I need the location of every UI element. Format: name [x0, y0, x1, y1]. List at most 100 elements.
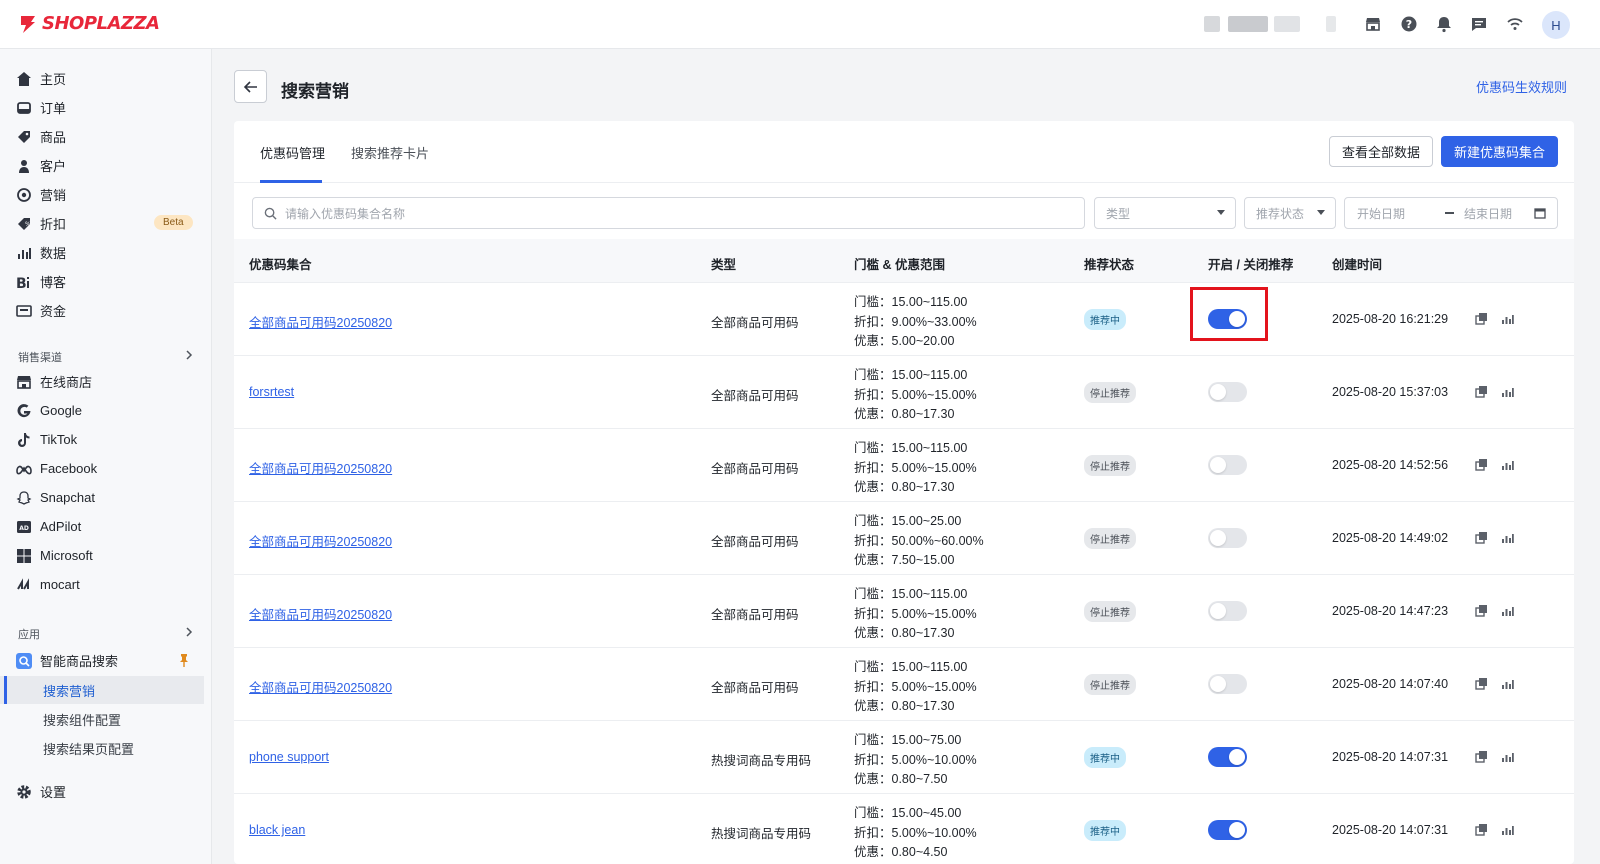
- view-all-data-button[interactable]: 查看全部数据: [1329, 136, 1433, 167]
- sidebar-item-discounts[interactable]: % 折扣 Beta: [0, 209, 212, 238]
- sidebar-item-mocart[interactable]: mocart: [0, 570, 212, 599]
- bar-chart-icon[interactable]: [1501, 312, 1514, 325]
- offer-text: 优惠：0.80~17.30: [854, 626, 955, 640]
- sidebar-item-analytics[interactable]: 数据: [0, 238, 212, 267]
- copy-icon[interactable]: [1475, 312, 1488, 325]
- recommend-toggle[interactable]: [1208, 382, 1247, 402]
- bar-chart-icon[interactable]: [1501, 750, 1514, 763]
- coupon-collection-link[interactable]: phone support: [249, 750, 329, 764]
- sidebar-item-smart-search[interactable]: 智能商品搜索: [0, 646, 212, 675]
- bar-chart-icon[interactable]: [1501, 677, 1514, 690]
- sidebar-item-home[interactable]: 主页: [0, 64, 212, 93]
- sidebar-item-marketing[interactable]: 营销: [0, 180, 212, 209]
- bar-chart-icon[interactable]: [1501, 604, 1514, 617]
- bar-chart-icon[interactable]: [1501, 458, 1514, 471]
- coupon-collection-link[interactable]: 全部商品可用码20250820: [249, 458, 392, 477]
- search-placeholder: 请输入优惠码集合名称: [285, 206, 406, 221]
- date-range-picker[interactable]: 开始日期 结束日期: [1344, 197, 1558, 229]
- type-select[interactable]: 类型: [1094, 197, 1236, 229]
- help-icon[interactable]: ?: [1400, 15, 1418, 33]
- store-name-blurred: [1326, 16, 1336, 32]
- status-badge: 推荐中: [1084, 820, 1126, 841]
- table-row: 全部商品可用码20250820 全部商品可用码 门槛：15.00~115.00 折扣：…: [234, 429, 1574, 502]
- coupon-collection-link[interactable]: 全部商品可用码20250820: [249, 531, 392, 550]
- created-time: 2025-08-20 14:49:02: [1332, 531, 1449, 545]
- recommend-status-select[interactable]: 推荐状态: [1244, 197, 1336, 229]
- recommend-toggle[interactable]: [1208, 820, 1247, 840]
- coupon-collection-link[interactable]: forsrtest: [249, 385, 294, 399]
- copy-icon[interactable]: [1475, 531, 1488, 544]
- bar-chart-icon[interactable]: [1501, 823, 1514, 836]
- sidebar-item-orders[interactable]: 订单: [0, 93, 212, 122]
- copy-icon[interactable]: [1475, 385, 1488, 398]
- shoplazza-logo[interactable]: SHOPLAZZA: [18, 13, 160, 34]
- sidebar-item-label: Microsoft: [40, 548, 93, 563]
- coupon-rules-link[interactable]: 优惠码生效规则: [1476, 77, 1567, 96]
- bell-icon[interactable]: [1435, 15, 1453, 33]
- sidebar-subitem-search-results-config[interactable]: 搜索结果页配置: [0, 734, 204, 762]
- store-icon[interactable]: [1364, 15, 1382, 33]
- chevron-right-icon[interactable]: [183, 626, 195, 638]
- coupon-collection-link[interactable]: 全部商品可用码20250820: [249, 677, 392, 696]
- search-input[interactable]: 请输入优惠码集合名称: [252, 197, 1085, 229]
- beta-badge: Beta: [154, 215, 193, 230]
- recommend-toggle[interactable]: [1208, 674, 1247, 694]
- sidebar-item-label: 客户: [40, 159, 67, 174]
- page-title: 搜索营销: [281, 82, 349, 101]
- chevron-right-icon[interactable]: [183, 349, 195, 361]
- recommend-toggle[interactable]: [1208, 455, 1247, 475]
- content-card: 优惠码管理 搜索推荐卡片 查看全部数据 新建优惠码集合 请输入优惠码集合名称 类…: [234, 121, 1574, 864]
- copy-icon[interactable]: [1475, 458, 1488, 471]
- user-avatar[interactable]: H: [1542, 11, 1570, 39]
- sidebar-item-online-store[interactable]: 在线商店: [0, 367, 212, 396]
- sidebar-item-settings[interactable]: 设置: [0, 777, 212, 806]
- sidebar-item-customers[interactable]: 客户: [0, 151, 212, 180]
- create-coupon-collection-button[interactable]: 新建优惠码集合: [1441, 136, 1558, 167]
- tab-coupon-management[interactable]: 优惠码管理: [260, 143, 325, 162]
- pin-icon[interactable]: [178, 653, 190, 667]
- threshold-discount-range: 门槛：15.00~115.00 折扣：5.00%~15.00% 优惠：0.80~17…: [854, 366, 977, 425]
- sidebar-item-facebook[interactable]: Facebook: [0, 454, 212, 483]
- recommend-toggle[interactable]: [1208, 747, 1247, 767]
- bar-chart-icon[interactable]: [1501, 385, 1514, 398]
- svg-text:AD: AD: [19, 525, 29, 532]
- bar-chart-icon: [18, 247, 31, 259]
- threshold-text: 门槛：15.00~115.00: [854, 587, 968, 601]
- coupon-collection-link[interactable]: 全部商品可用码20250820: [249, 604, 392, 623]
- meta-icon: [16, 465, 32, 474]
- table-row: black jean 热搜词商品专用码 门槛：15.00~45.00 折扣：5.00%…: [234, 794, 1574, 864]
- home-icon: [17, 71, 31, 86]
- store-icon: [17, 375, 31, 389]
- search-icon: [264, 207, 277, 220]
- sidebar-subitem-search-marketing[interactable]: 搜索营销: [0, 676, 204, 704]
- column-header-toggle-recommend: 开启 / 关闭推荐: [1208, 258, 1294, 272]
- copy-icon[interactable]: [1475, 604, 1488, 617]
- sidebar-subitem-search-widget-config[interactable]: 搜索组件配置: [0, 705, 204, 733]
- copy-icon[interactable]: [1475, 823, 1488, 836]
- start-date-placeholder[interactable]: 开始日期: [1357, 205, 1405, 222]
- sidebar-item-snapchat[interactable]: Snapchat: [0, 483, 212, 512]
- message-icon[interactable]: [1470, 15, 1488, 33]
- sidebar-item-blog[interactable]: B 博客: [0, 267, 212, 296]
- end-date-placeholder[interactable]: 结束日期: [1464, 205, 1512, 222]
- sidebar-item-tiktok[interactable]: TikTok: [0, 425, 212, 454]
- coupon-collection-link[interactable]: black jean: [249, 823, 305, 837]
- copy-icon[interactable]: [1475, 750, 1488, 763]
- recommend-toggle[interactable]: [1208, 528, 1247, 548]
- sidebar-item-adpilot[interactable]: AD AdPilot: [0, 512, 212, 541]
- status-badge: 停止推荐: [1084, 455, 1136, 476]
- sidebar-item-google[interactable]: Google: [0, 396, 212, 425]
- sidebar-item-products[interactable]: 商品: [0, 122, 212, 151]
- back-button[interactable]: [234, 70, 267, 103]
- tab-search-recommendation-card[interactable]: 搜索推荐卡片: [351, 143, 429, 162]
- sidebar-item-microsoft[interactable]: Microsoft: [0, 541, 212, 570]
- sidebar-item-finance[interactable]: 资金: [0, 296, 212, 325]
- threshold-discount-range: 门槛：15.00~115.00 折扣：5.00%~15.00% 优惠：0.80~17…: [854, 439, 977, 498]
- recommend-toggle[interactable]: [1208, 601, 1247, 621]
- copy-icon[interactable]: [1475, 677, 1488, 690]
- svg-text:B: B: [16, 276, 27, 290]
- wifi-icon[interactable]: [1506, 15, 1524, 33]
- bar-chart-icon[interactable]: [1501, 531, 1514, 544]
- target-icon: [17, 187, 31, 202]
- coupon-collection-link[interactable]: 全部商品可用码20250820: [249, 312, 392, 331]
